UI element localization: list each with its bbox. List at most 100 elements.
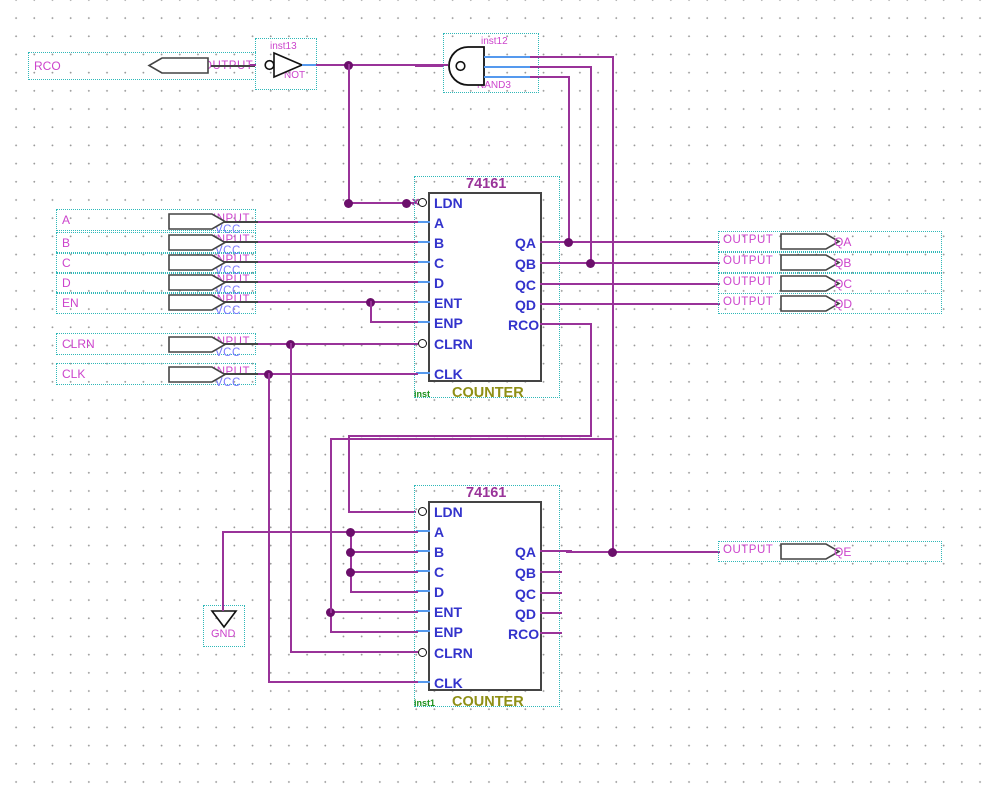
wire-a-to-counter1[interactable]	[258, 221, 418, 223]
output-port-qe-name: QE	[834, 545, 852, 559]
wire-not-down-to-ldn1[interactable]	[348, 64, 350, 203]
counter1-out-qc-wire[interactable]	[540, 283, 576, 285]
wire-gnd-to-d2[interactable]	[350, 591, 418, 593]
counter2-pin-clrn: CLRN	[434, 645, 473, 661]
junction-ldn1-left[interactable]	[344, 199, 353, 208]
junction-qa[interactable]	[564, 238, 573, 247]
output-port-qd-symbol[interactable]	[780, 295, 842, 312]
counter2-stub-b	[416, 550, 430, 552]
output-port-qc-symbol[interactable]	[780, 275, 842, 292]
output-port-qb-symbol[interactable]	[780, 254, 842, 271]
output-port-qa-symbol[interactable]	[780, 233, 842, 250]
wire-enp2[interactable]	[330, 631, 418, 633]
output-port-rco-name: RCO	[34, 59, 61, 73]
input-port-en-symbol[interactable]	[168, 294, 228, 311]
wire-qa-to-port[interactable]	[568, 241, 720, 243]
input-port-a-symbol[interactable]	[168, 213, 228, 230]
wire-qc-to-port[interactable]	[576, 283, 720, 285]
output-port-qc-name: QC	[834, 277, 852, 291]
wire-gnd-vert-bus[interactable]	[350, 531, 352, 591]
not-gate-input-wire[interactable]	[250, 64, 256, 66]
wire-gnd-to-a2[interactable]	[350, 531, 418, 533]
wire-clrn-to-counter1[interactable]	[258, 343, 418, 345]
counter1-pin-clk: CLK	[434, 366, 463, 382]
output-port-qe-symbol[interactable]	[780, 543, 842, 560]
wire-ent2-up[interactable]	[330, 438, 332, 613]
counter2-out-qd-wire[interactable]	[540, 612, 562, 614]
junction-gnd-c2[interactable]	[346, 568, 355, 577]
wire-en-to-ent1[interactable]	[258, 301, 418, 303]
wire-gnd-up[interactable]	[222, 531, 224, 611]
junction-ldn1-right[interactable]	[402, 199, 411, 208]
input-port-b-symbol[interactable]	[168, 234, 228, 251]
junction-gnd-a2[interactable]	[346, 528, 355, 537]
counter1-out-rco-wire[interactable]	[540, 323, 590, 325]
counter1-stub-clk	[416, 372, 430, 374]
nand-in3-horiz[interactable]	[530, 76, 570, 78]
counter1-pin-rco: RCO	[508, 317, 540, 333]
wire-gnd-to-c2[interactable]	[350, 571, 418, 573]
counter2-stub-d	[416, 590, 430, 592]
wire-ent2-top[interactable]	[330, 438, 612, 440]
wire-en-to-enp1[interactable]	[370, 321, 418, 323]
nand-in3-vert[interactable]	[568, 76, 570, 241]
input-port-c-name: C	[62, 256, 71, 270]
gnd-label: GND	[211, 628, 236, 640]
wire-qe-to-port[interactable]	[566, 551, 720, 553]
wire-clk-down[interactable]	[268, 373, 270, 683]
input-port-a-stub	[224, 221, 260, 223]
wire-clk-to-counter2[interactable]	[268, 681, 418, 683]
wire-en-down[interactable]	[370, 301, 372, 321]
output-port-qe-type: OUTPUT	[723, 544, 774, 556]
wire-gnd-to-b2[interactable]	[350, 551, 418, 553]
counter1-pin-a: A	[434, 215, 445, 231]
input-port-d-symbol[interactable]	[168, 274, 228, 291]
input-port-clrn-name: CLRN	[62, 337, 95, 351]
wire-clrn-down[interactable]	[290, 343, 292, 651]
wire-rco1-to-ldn2[interactable]	[348, 511, 416, 513]
counter2-stub-enp	[416, 630, 430, 632]
wire-gnd-right[interactable]	[222, 531, 352, 533]
wire-not-to-nand[interactable]	[316, 64, 448, 66]
counter1-function-label: COUNTER	[452, 385, 524, 401]
counter2-title: 74161	[466, 485, 507, 501]
counter2-pin-clk: CLK	[434, 675, 463, 691]
counter1-title: 74161	[466, 176, 507, 192]
junction-qe[interactable]	[608, 548, 617, 557]
wire-b-to-counter1[interactable]	[258, 241, 418, 243]
wire-clk-to-counter1[interactable]	[258, 373, 418, 375]
schematic-canvas[interactable]: RCO OUTPUT inst13 inst13 NOT inst12 NAND…	[0, 0, 995, 793]
wire-qb-to-port[interactable]	[590, 262, 720, 264]
counter1-out-qd-wire[interactable]	[540, 303, 576, 305]
junction-qb[interactable]	[586, 259, 595, 268]
counter2-out-rco-wire[interactable]	[540, 632, 562, 634]
input-port-clk-symbol[interactable]	[168, 366, 228, 383]
wire-ent2[interactable]	[330, 611, 418, 613]
output-port-qd-name: QD	[834, 297, 852, 311]
wire-clrn-to-counter2[interactable]	[290, 651, 418, 653]
wire-c-to-counter1[interactable]	[258, 261, 418, 263]
counter2-pin-ldn: LDN	[434, 504, 463, 520]
nand-in1-horiz[interactable]	[530, 56, 614, 58]
wire-qd-to-port[interactable]	[576, 303, 720, 305]
counter2-out-qb-wire[interactable]	[540, 571, 562, 573]
wire-rco1-down[interactable]	[590, 323, 592, 437]
counter1-out-qb-wire[interactable]	[540, 262, 590, 264]
counter1-pin-qb: QB	[515, 256, 536, 272]
wire-d-to-counter1[interactable]	[258, 281, 418, 283]
wire-rco1-down2[interactable]	[348, 435, 350, 512]
input-port-c-stub	[224, 261, 260, 263]
counter2-pin-enp: ENP	[434, 624, 463, 640]
counter2-pin-qd: QD	[515, 606, 536, 622]
input-port-c-symbol[interactable]	[168, 254, 228, 271]
wire-rco1-left[interactable]	[348, 435, 592, 437]
counter1-pin-b: B	[434, 235, 445, 251]
input-port-clrn-symbol[interactable]	[168, 336, 228, 353]
input-port-en-name: EN	[62, 296, 79, 310]
junction-gnd-b2[interactable]	[346, 548, 355, 557]
counter2-stub-c	[416, 570, 430, 572]
nand-in2-vert[interactable]	[590, 66, 592, 263]
output-port-rco-symbol[interactable]	[147, 57, 212, 75]
counter2-out-qc-wire[interactable]	[540, 592, 562, 594]
nand-in2-horiz[interactable]	[530, 66, 592, 68]
